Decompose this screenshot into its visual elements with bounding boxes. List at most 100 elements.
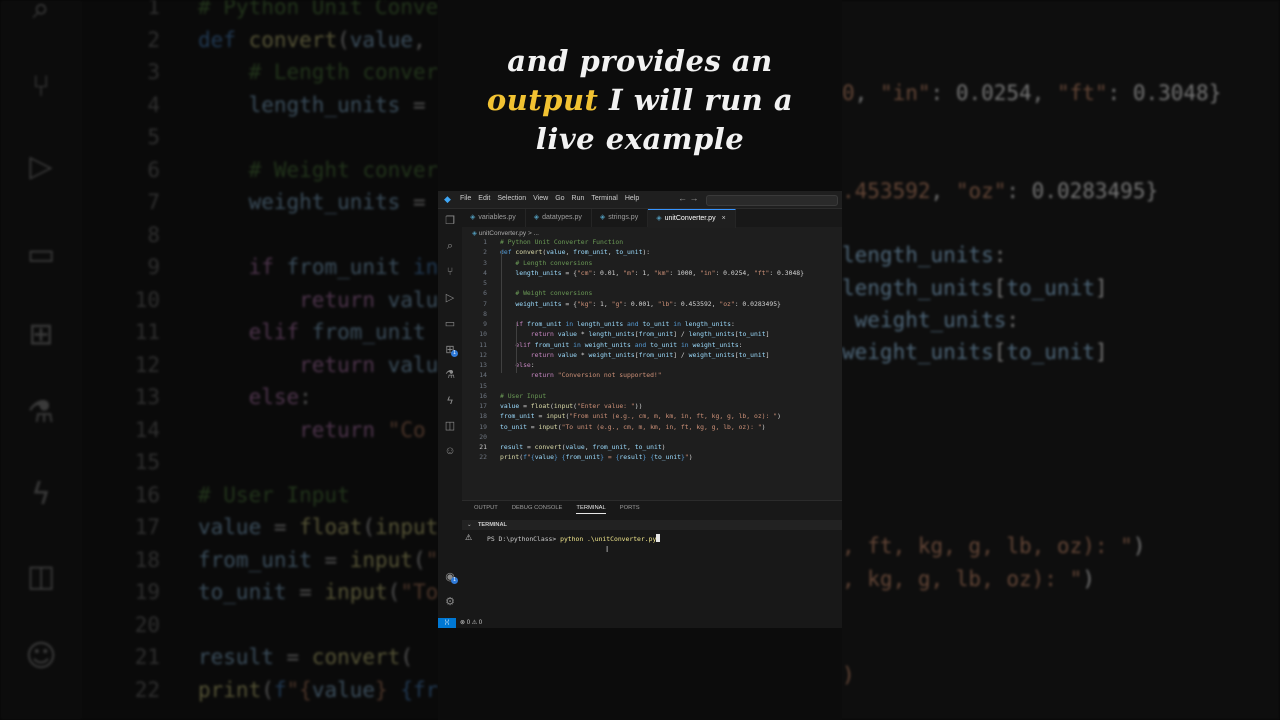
line-number: 11: [479, 340, 487, 349]
database-icon[interactable]: ◫: [444, 420, 456, 432]
menu-item-view[interactable]: View: [533, 195, 548, 202]
panel-tab-ports[interactable]: PORTS: [620, 505, 640, 514]
python-file-icon: ◈: [470, 214, 476, 221]
line-number: 14: [479, 371, 487, 380]
problems-indicator[interactable]: ⊗ 0 ⚠ 0: [460, 618, 482, 628]
line-number: 13: [479, 361, 487, 369]
line-number: 7: [483, 299, 487, 308]
background-dim: [0, 0, 438, 720]
line-number: 9: [483, 320, 487, 328]
caption-line-2: I will run a: [598, 83, 794, 117]
menu-item-file[interactable]: File: [460, 195, 471, 202]
background-code-fragment: , kg, g, lb, oz): "): [842, 567, 1095, 591]
remote-explorer-icon[interactable]: ▭: [444, 318, 456, 330]
python-file-icon: ◈: [656, 215, 662, 222]
run-debug-icon[interactable]: ▷: [444, 292, 456, 304]
vscode-logo-icon: ◆: [444, 194, 451, 204]
notification-badge: 1: [451, 577, 458, 584]
panel-tab-terminal[interactable]: TERMINAL: [576, 505, 606, 514]
caption-line-1: and provides an: [507, 44, 773, 78]
vscode-window: ◆ File Edit Selection View Go Run Terminal Help…: [438, 191, 842, 628]
indent-guide: [501, 250, 502, 374]
close-icon[interactable]: ×: [722, 215, 726, 222]
indent-guide: [516, 322, 517, 374]
panel-tab-debug-console[interactable]: DEBUG CONSOLE: [512, 505, 563, 514]
line-number: 16: [479, 391, 487, 400]
code-line: def convert(value, from_unit, to_unit):: [500, 248, 651, 257]
code-line: return value * length_units[from_unit] /…: [530, 330, 770, 339]
warning-count: 0: [478, 620, 483, 626]
settings-icon[interactable]: ⚙: [444, 596, 456, 608]
code-line: # Python Unit Converter Function: [500, 238, 624, 246]
command-center-search[interactable]: [706, 195, 838, 206]
menu-item-terminal[interactable]: Terminal: [591, 195, 617, 202]
menu-bar: File Edit Selection View Go Run Terminal Help: [460, 195, 639, 202]
background-code-fragment: length_units[to_unit]: [842, 276, 1108, 300]
editor-tabs: ◈ variables.py ◈ datatypes.py ◈ strings.py ◈ un…: [462, 209, 842, 228]
menu-item-run[interactable]: Run: [572, 195, 585, 202]
mouse-ibeam-icon: I: [606, 545, 609, 554]
code-line: weight_units = {"kg": 1, "g": 0.001, "lb…: [515, 299, 781, 308]
line-number: 20: [479, 432, 487, 441]
chevron-down-icon[interactable]: ⌄: [467, 520, 472, 530]
background-code-fragment: length_units:: [842, 243, 1007, 267]
line-number: 17: [479, 402, 487, 410]
python-file-icon: ◈: [472, 230, 477, 237]
code-line: return value * weight_units[from_unit] /…: [530, 350, 770, 359]
terminal-header[interactable]: ⌄ TERMINAL: [462, 520, 842, 530]
tab-strings[interactable]: ◈ strings.py: [592, 209, 649, 227]
testing-icon[interactable]: ⚗: [444, 369, 456, 381]
tab-variables[interactable]: ◈ variables.py: [462, 209, 526, 227]
panel-tabs: OUTPUT DEBUG CONSOLE TERMINAL PORTS: [474, 505, 640, 514]
background-code-fragment: .453592, "oz": 0.0283495}: [842, 179, 1159, 203]
tab-label: datatypes.py: [542, 214, 582, 221]
tab-unitconverter[interactable]: ◈ unitConverter.py ×: [648, 209, 736, 228]
tab-label: strings.py: [608, 214, 639, 221]
background-code-fragment: ): [842, 663, 855, 687]
terminal-command: python .\unitConverter.py: [560, 535, 657, 543]
line-number: 6: [483, 289, 487, 298]
background-code-fragment: weight_units:: [854, 308, 1020, 332]
tab-label: unitConverter.py: [664, 215, 716, 222]
menu-item-edit[interactable]: Edit: [478, 195, 490, 202]
warning-icon: ⚠: [465, 533, 473, 542]
tab-label: variables.py: [478, 214, 516, 221]
search-icon[interactable]: ⌕: [444, 240, 456, 252]
caption-line-3: live example: [535, 122, 745, 156]
code-line: # Weight conversions: [515, 289, 593, 298]
copilot-icon[interactable]: ☺: [444, 445, 456, 457]
caption-highlight: output: [486, 83, 599, 117]
code-line: else:: [515, 361, 535, 369]
source-control-icon[interactable]: ⑂: [444, 266, 456, 278]
code-line: print(f"{value} {from_unit} = {result} {…: [500, 453, 693, 462]
line-number: 8: [483, 309, 487, 318]
terminal-prompt-line[interactable]: PS D:\pythonClass> python .\unitConverte…: [487, 534, 661, 543]
background-code-fragment: weight_units[to_unit]: [842, 340, 1108, 364]
breadcrumb[interactable]: ◈ unitConverter.py > ...: [472, 229, 539, 237]
title-bar: ◆ File Edit Selection View Go Run Terminal Help…: [438, 191, 842, 209]
line-number: 10: [479, 330, 487, 339]
menu-item-help[interactable]: Help: [625, 195, 639, 202]
code-line: # User Input: [500, 391, 547, 400]
panel-tab-output[interactable]: OUTPUT: [474, 505, 498, 514]
lightning-icon[interactable]: ϟ: [444, 395, 456, 407]
tab-datatypes[interactable]: ◈ datatypes.py: [526, 209, 592, 227]
menu-item-go[interactable]: Go: [555, 195, 564, 202]
line-number: 12: [479, 350, 487, 359]
nav-arrows[interactable]: ← →: [678, 193, 699, 203]
terminal-prompt: PS D:\pythonClass>: [487, 535, 561, 543]
line-number: 15: [479, 381, 487, 390]
code-line: to_unit = input("To unit (e.g., cm, m, k…: [500, 422, 766, 431]
breadcrumb-sep: > ...: [527, 230, 539, 237]
menu-item-selection[interactable]: Selection: [497, 195, 526, 202]
code-line: value = float(input("Enter value: ")): [500, 402, 643, 410]
code-line: if from_unit in length_units and to_unit…: [515, 320, 735, 328]
breadcrumb-file: unitConverter.py: [478, 230, 527, 237]
background-code-fragment: , ft, kg, g, lb, oz): "): [842, 534, 1146, 558]
remote-indicator-icon[interactable]: ⟩⟨: [438, 618, 456, 628]
python-file-icon: ◈: [599, 214, 606, 221]
explorer-icon[interactable]: ❐: [444, 215, 456, 227]
bottom-panel: OUTPUT DEBUG CONSOLE TERMINAL PORTS ⌄ TERMI…: [462, 500, 842, 619]
line-number: 19: [479, 422, 487, 431]
code-line: elif from_unit in weight_units and to_un…: [515, 340, 743, 349]
